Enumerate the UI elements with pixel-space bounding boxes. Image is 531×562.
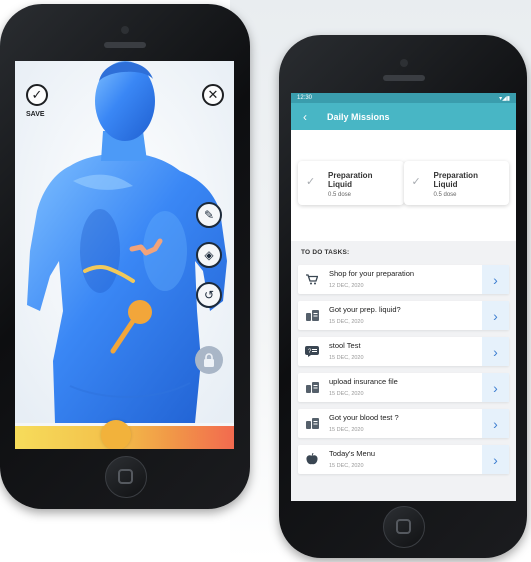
task-date: 15 DEC, 2020 [329,319,364,325]
task-name: Shop for your preparation [329,269,415,278]
check-icon[interactable]: ✓ [26,84,48,106]
close-icon[interactable]: ✕ [202,84,224,106]
task-row[interactable]: upload insurance file 15 DEC, 2020 › [298,373,509,402]
slider-thumb[interactable] [101,420,131,449]
medication-dose: 0.5 dose [328,192,352,198]
task-name: stool Test [329,341,361,350]
speaker [104,42,146,48]
home-button[interactable] [105,456,147,498]
chevron-right-icon[interactable]: › [482,409,509,438]
speaker [383,75,425,81]
document-icon [305,417,319,429]
task-row[interactable]: Got your blood test ? 15 DEC, 2020 › [298,409,509,438]
status-time: 12:30 [297,95,313,101]
task-date: 15 DEC, 2020 [329,427,364,433]
back-arrow-icon[interactable]: ‹ [295,110,315,124]
chevron-right-icon[interactable]: › [482,373,509,402]
task-row[interactable]: Today's Menu 15 DEC, 2020 › [298,445,509,474]
eraser-tool-icon[interactable]: ◈ [196,242,222,268]
bottle-icon [305,309,319,321]
task-date: 15 DEC, 2020 [329,355,364,361]
pain-map-screen: ✓ SAVE ✕ ✎ ◈ ↺ [15,61,234,449]
status-icons: ▾◢▮ [499,95,510,102]
task-list: Shop for your preparation 12 DEC, 2020 ›… [298,265,509,481]
right-phone: 12:30 ▾◢▮ ‹ Daily Missions ✓ Preparation… [279,35,527,558]
medication-card[interactable]: ✓ Preparation Liquid 0.5 dose [403,161,509,205]
medication-cards: ✓ Preparation Liquid 0.5 dose ✓ Preparat… [298,161,509,205]
medication-name: Preparation Liquid [433,171,478,189]
task-name: upload insurance file [329,377,398,386]
task-name: Today's Menu [329,449,376,458]
cart-icon [305,273,319,285]
undo-icon[interactable]: ↺ [196,282,222,308]
task-date: 15 DEC, 2020 [329,463,364,469]
home-button[interactable] [383,506,425,548]
app-bar: ‹ Daily Missions [291,103,516,130]
camera-dot [400,59,408,67]
left-phone: ✓ SAVE ✕ ✎ ◈ ↺ [0,4,250,509]
status-bar: 12:30 ▾◢▮ [291,93,516,103]
document-icon [305,381,319,393]
check-icon: ✓ [411,176,421,188]
task-date: 15 DEC, 2020 [329,391,364,397]
task-row[interactable]: Got your prep. liquid? 15 DEC, 2020 › [298,301,509,330]
chat-question-icon: ? [305,345,319,357]
task-row[interactable]: Shop for your preparation 12 DEC, 2020 › [298,265,509,294]
task-name: Got your blood test ? [329,413,399,422]
chevron-right-icon[interactable]: › [482,265,509,294]
todo-section: TO DO TASKS: Shop for your preparation 1… [291,241,516,501]
pen-tool-icon[interactable]: ✎ [196,202,222,228]
camera-dot [121,26,129,34]
check-icon: ✓ [306,176,316,188]
todo-header: TO DO TASKS: [301,249,350,256]
save-label: SAVE [26,111,45,118]
page-title: Daily Missions [327,111,390,122]
medication-name: Preparation Liquid [328,171,373,189]
chevron-right-icon[interactable]: › [482,301,509,330]
task-row[interactable]: ? stool Test 15 DEC, 2020 › [298,337,509,366]
chevron-right-icon[interactable]: › [482,337,509,366]
chevron-right-icon[interactable]: › [482,445,509,474]
daily-missions-screen: 12:30 ▾◢▮ ‹ Daily Missions ✓ Preparation… [291,93,516,501]
medication-dose: 0.5 dose [433,192,457,198]
pain-intensity-slider[interactable] [15,420,234,449]
task-date: 12 DEC, 2020 [329,283,364,289]
lock-icon[interactable] [195,346,223,374]
apple-icon [305,453,319,465]
task-name: Got your prep. liquid? [329,305,401,314]
medication-card[interactable]: ✓ Preparation Liquid 0.5 dose [298,161,404,205]
